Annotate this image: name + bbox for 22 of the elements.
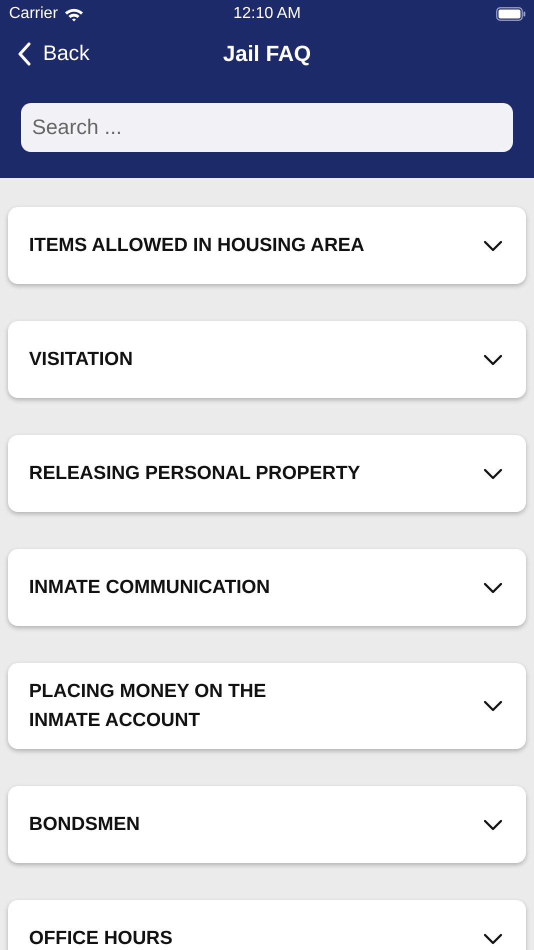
faq-item[interactable]: OFFICE HOURS [8,900,526,950]
back-chevron-icon [17,42,31,66]
chevron-icon [483,700,503,712]
wifi-icon [64,6,84,22]
search-field[interactable]: Search ... [21,103,513,152]
faq-item[interactable]: INMATE COMMUNICATION [8,549,526,626]
back-button[interactable]: Back [0,42,90,66]
screen-title: Jail FAQ [222,41,312,67]
carrier-label: Carrier [9,5,58,23]
chevron-icon [483,240,503,252]
chevron-icon [483,582,503,594]
faq-item[interactable]: VISITATION [8,321,526,398]
faq-item[interactable]: BONDSMEN [8,786,526,863]
chevron-icon [483,932,503,944]
faq-item[interactable]: PLACING MONEY ON THE INMATE ACCOUNT [8,663,526,749]
battery-icon [496,7,526,21]
chevron-icon [483,354,503,366]
faq-item[interactable]: RELEASING PERSONAL PROPERTY [8,435,526,512]
chevron-icon [483,468,503,480]
chevron-icon [483,818,503,830]
faq-item[interactable]: ITEMS ALLOWED IN HOUSING AREA [8,207,526,284]
status-time: 12:10 AM [233,5,301,23]
